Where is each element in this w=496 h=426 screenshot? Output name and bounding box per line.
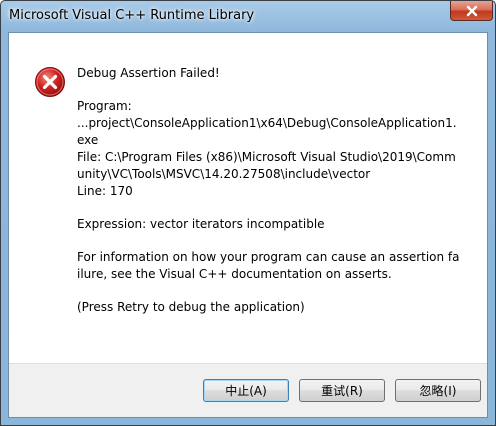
abort-button[interactable]: 中止(A): [203, 379, 289, 402]
title-bar[interactable]: Microsoft Visual C++ Runtime Library: [1, 1, 495, 33]
message-hint: (Press Retry to debug the application): [77, 300, 305, 314]
ignore-button[interactable]: 忽略(I): [395, 379, 481, 402]
message-expression: Expression: vector iterators incompatibl…: [77, 217, 325, 231]
message-info: For information on how your program can …: [77, 250, 460, 281]
window-title: Microsoft Visual C++ Runtime Library: [9, 8, 255, 23]
error-message: Debug Assertion Failed! Program: ...proj…: [77, 65, 462, 316]
dialog-client-area: Debug Assertion Failed! Program: ...proj…: [8, 32, 488, 418]
message-program-details: Program: ...project\ConsoleApplication1\…: [77, 99, 457, 198]
dialog-window: Microsoft Visual C++ Runtime Library Deb…: [0, 0, 496, 426]
close-icon: [466, 5, 477, 16]
error-x-icon: [35, 67, 65, 97]
retry-button[interactable]: 重试(R): [299, 379, 385, 402]
close-button[interactable]: [450, 1, 493, 21]
message-heading: Debug Assertion Failed!: [77, 66, 220, 80]
button-bar: 中止(A) 重试(R) 忽略(I): [9, 363, 487, 417]
message-area: Debug Assertion Failed! Program: ...proj…: [9, 33, 487, 363]
